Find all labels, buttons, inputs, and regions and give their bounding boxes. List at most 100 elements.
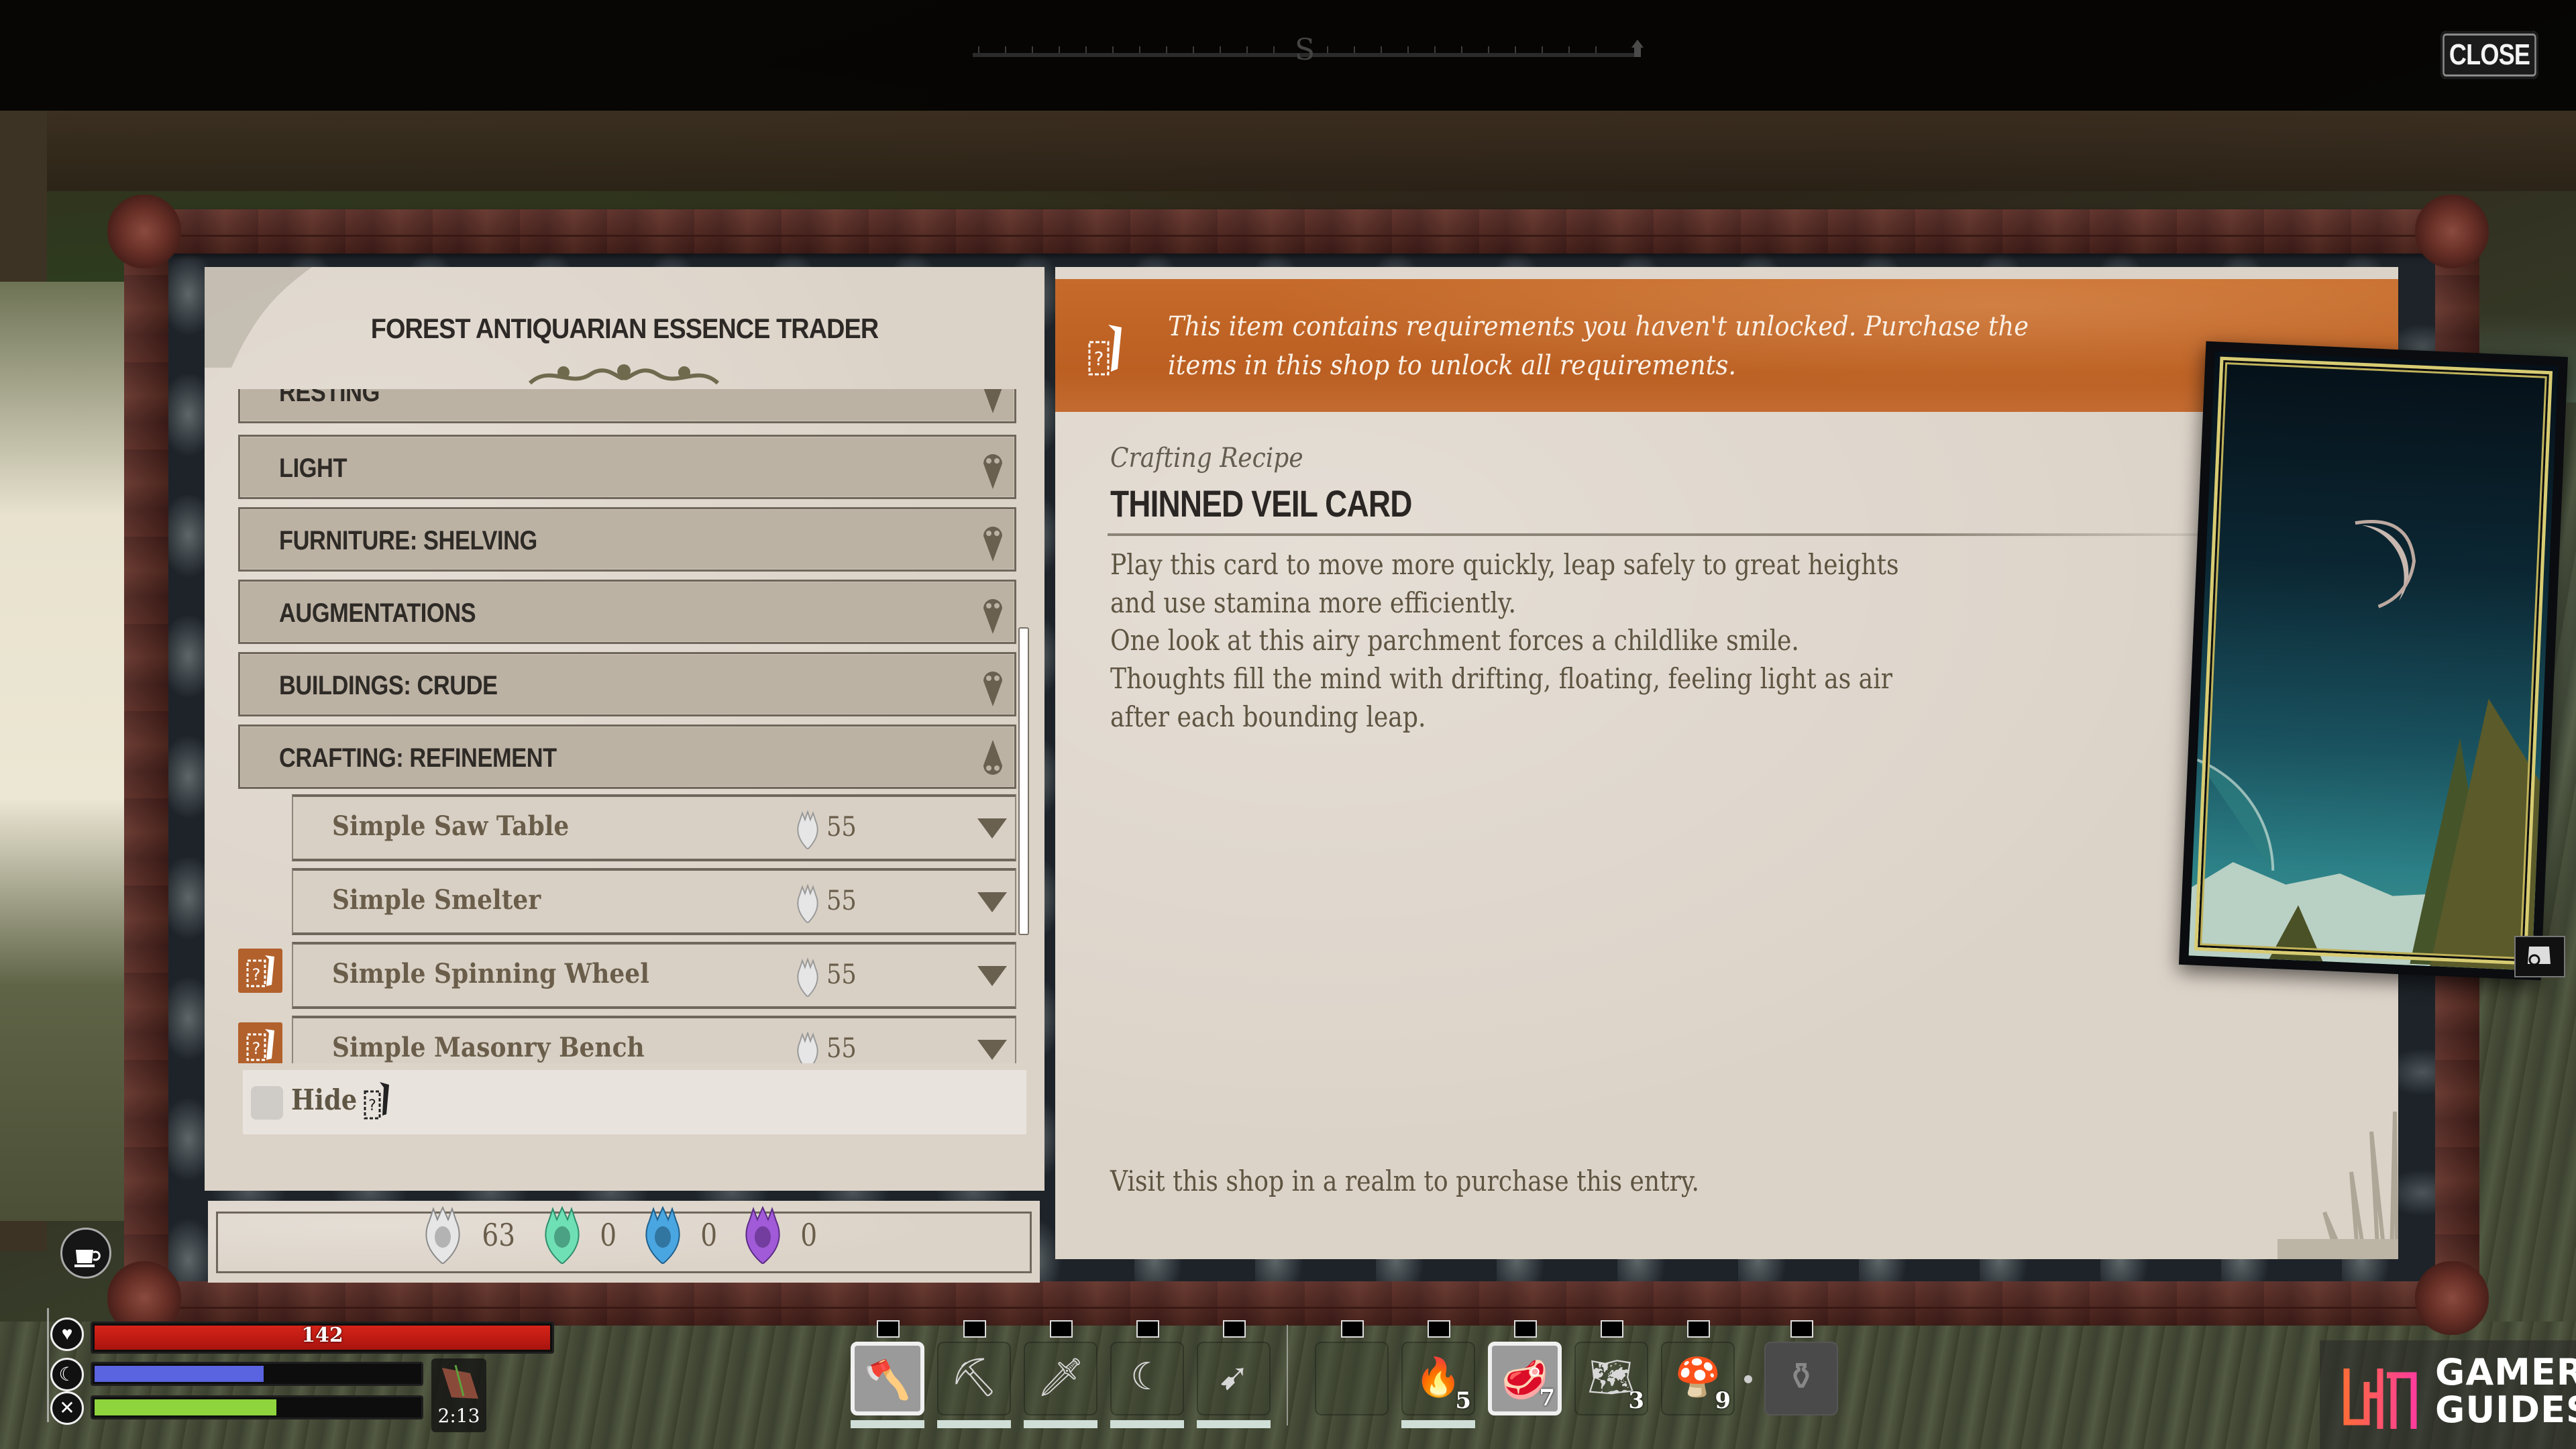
item-name: Simple Smelter <box>332 884 541 916</box>
compass-tick <box>1059 46 1060 53</box>
hide-locked-filter[interactable]: Hide ? <box>243 1070 1026 1134</box>
compass-tick <box>1246 46 1248 53</box>
key-hint <box>1136 1320 1159 1338</box>
hotbar-slot-mushrooms[interactable]: 🍄 9 <box>1661 1342 1735 1415</box>
hotbar-slot-map-scrap[interactable]: 🗺 3 <box>1574 1342 1648 1415</box>
category-augmentations[interactable]: AUGMENTATIONS <box>238 580 1016 644</box>
hotbar-slot-cooked-meat[interactable]: 🥩 7 <box>1488 1342 1562 1415</box>
expand-arrow-icon[interactable] <box>977 818 1007 839</box>
currency-white-essence: 63 <box>419 1206 519 1264</box>
hotbar-slot-flask[interactable]: ⚱ <box>1764 1342 1838 1415</box>
expand-arrow-icon[interactable] <box>977 966 1007 986</box>
hotbar-slot-torch[interactable]: 🔥 5 <box>1401 1342 1475 1415</box>
health-value: 142 <box>301 1324 343 1347</box>
durability-bar <box>851 1420 924 1428</box>
rest-bar <box>91 1362 423 1386</box>
compass-tick <box>1407 46 1409 53</box>
hotbar-slot-stone-spear[interactable]: 🗡 <box>1024 1342 1097 1415</box>
white-essence-icon <box>425 1206 460 1264</box>
shop-list-panel: FOREST ANTIQUARIAN ESSENCE TRADER RESTIN… <box>205 267 1044 1191</box>
inspect-icon <box>2528 947 2551 966</box>
key-hint <box>1428 1320 1450 1338</box>
svg-text:?: ? <box>252 965 261 984</box>
hunger-bar <box>91 1395 423 1419</box>
key-hint <box>1341 1320 1364 1338</box>
roof-beam <box>0 111 2576 191</box>
currency-value: 0 <box>600 1217 617 1253</box>
frame-corner-ornament <box>107 195 181 268</box>
compass-tick <box>1488 46 1489 53</box>
compass-tick <box>1542 46 1543 53</box>
shop-title: FOREST ANTIQUARIAN ESSENCE TRADER <box>370 313 879 344</box>
hotbar-slot-stone-pickaxe[interactable]: ⛏ <box>937 1342 1011 1415</box>
key-hint <box>1223 1320 1246 1338</box>
title-ornament-icon <box>528 364 720 385</box>
currency-value: 0 <box>800 1217 817 1253</box>
buff-timer: 2:13 <box>437 1405 480 1427</box>
compass-tick <box>1085 46 1087 53</box>
close-button[interactable]: CLOSE <box>2440 31 2538 79</box>
hotbar-slot-empty[interactable] <box>1315 1342 1389 1415</box>
item-cost: 55 <box>826 1033 857 1063</box>
compass-tick <box>1434 46 1436 53</box>
compass-tick <box>1193 46 1194 53</box>
compass-direction: S <box>1295 33 1316 67</box>
locked-requirements-banner: ? This item contains requirements you ha… <box>1055 279 2398 412</box>
shop-item-simple-saw-table[interactable]: Simple Saw Table 55 <box>292 794 1016 861</box>
sickle-icon: ☾ <box>1130 1356 1165 1398</box>
divider <box>1108 533 2261 536</box>
durability-bar <box>1024 1420 1097 1428</box>
expand-pin-icon <box>983 454 1002 489</box>
key-hint <box>1514 1320 1537 1338</box>
hide-checkbox[interactable] <box>251 1086 283 1120</box>
category-light[interactable]: LIGHT <box>238 435 1016 499</box>
key-hint <box>1687 1320 1710 1338</box>
shop-item-simple-masonry-bench[interactable]: Simple Masonry Bench 55 <box>292 1016 1016 1063</box>
inspect-card-button[interactable] <box>2514 936 2565 977</box>
white-essence-icon <box>797 1032 818 1063</box>
locked-card-icon: ? <box>364 1082 389 1120</box>
category-furniture-shelving[interactable]: FURNITURE: SHELVING <box>238 507 1016 572</box>
category-label: CRAFTING: REFINEMENT <box>279 743 557 773</box>
category-crafting-refinement[interactable]: CRAFTING: REFINEMENT <box>238 724 1016 789</box>
key-hint <box>1790 1320 1813 1338</box>
durability-bar <box>1197 1420 1271 1428</box>
item-name: Simple Saw Table <box>332 810 570 842</box>
axe-icon: 🪓 <box>864 1360 911 1401</box>
hotbar-slot-stone-sickle[interactable]: ☾ <box>1110 1342 1184 1415</box>
currency-purple-essence: 0 <box>739 1206 818 1264</box>
frame-top <box>171 209 2435 254</box>
compass-tick <box>1595 46 1597 53</box>
gamer-guides-watermark: GAMERGUIDES <box>2320 1340 2576 1449</box>
flask-icon: ⚱ <box>1785 1356 1817 1398</box>
item-name: Simple Spinning Wheel <box>332 958 649 989</box>
category-label: FURNITURE: SHELVING <box>279 526 537 555</box>
expand-pin-icon <box>983 389 1002 413</box>
list-scrollbar[interactable] <box>1018 627 1029 935</box>
category-resting[interactable]: RESTING <box>238 389 1016 423</box>
currency-bar: 63 0 0 0 <box>208 1201 1040 1283</box>
tea-cup-status-icon <box>60 1228 111 1279</box>
shop-item-simple-spinning-wheel[interactable]: Simple Spinning Wheel 55 <box>292 942 1016 1009</box>
locked-requirement-badge: ? <box>238 1022 282 1063</box>
recipe-name: THINNED VEIL CARD <box>1110 482 1412 525</box>
watermark-line1: GAMER <box>2435 1351 2576 1393</box>
durability-bar <box>1110 1420 1184 1428</box>
durability-bar <box>937 1420 1011 1428</box>
category-buildings-crude[interactable]: BUILDINGS: CRUDE <box>238 652 1016 716</box>
compass-tick <box>1461 46 1462 53</box>
purple-essence-icon <box>745 1206 780 1264</box>
shop-item-simple-smelter[interactable]: Simple Smelter 55 <box>292 868 1016 935</box>
expand-arrow-icon[interactable] <box>977 892 1007 912</box>
category-label: RESTING <box>279 389 380 407</box>
collapse-pin-icon <box>983 740 1002 775</box>
category-list[interactable]: RESTING LIGHT FURNITURE: SHELVING AUGMEN… <box>238 389 1030 1063</box>
frame-corner-ornament <box>2415 1261 2489 1335</box>
white-essence-icon <box>797 958 818 997</box>
hotbar-slot-stone-axe[interactable]: 🪓 <box>851 1342 924 1415</box>
compass-tick <box>1112 46 1114 53</box>
frame-bottom <box>171 1281 2435 1326</box>
hotbar-slot-crossbow[interactable]: ➹ <box>1197 1342 1271 1415</box>
expand-arrow-icon[interactable] <box>977 1040 1007 1060</box>
pickaxe-icon: ⛏ <box>950 1357 998 1399</box>
